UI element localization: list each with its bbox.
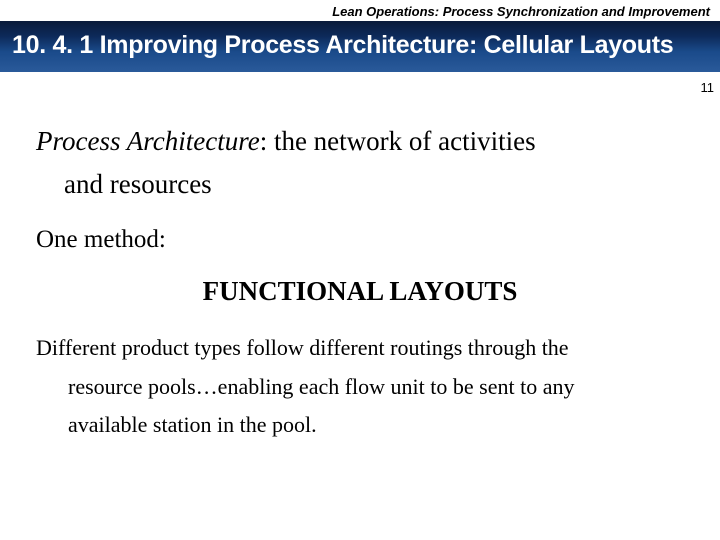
definition-term: Process Architecture (36, 126, 260, 156)
definition-block: Process Architecture: the network of act… (36, 120, 684, 206)
slide-title: 10. 4. 1 Improving Process Architecture:… (0, 21, 720, 72)
definition-line2: and resources (36, 163, 684, 206)
body-line-2: resource pools…enabling each flow unit t… (36, 368, 684, 407)
definition-rest: : the network of activities (260, 126, 536, 156)
functional-layouts-heading: FUNCTIONAL LAYOUTS (36, 276, 684, 307)
body-line-3: available station in the pool. (36, 406, 684, 445)
page-number: 11 (701, 80, 715, 95)
slide-content: Process Architecture: the network of act… (0, 72, 720, 445)
one-method-label: One method: (36, 226, 684, 254)
body-line-1: Different product types follow different… (36, 329, 684, 368)
body-paragraph: Different product types follow different… (36, 329, 684, 445)
slide-header: Lean Operations: Process Synchronization… (0, 0, 720, 21)
